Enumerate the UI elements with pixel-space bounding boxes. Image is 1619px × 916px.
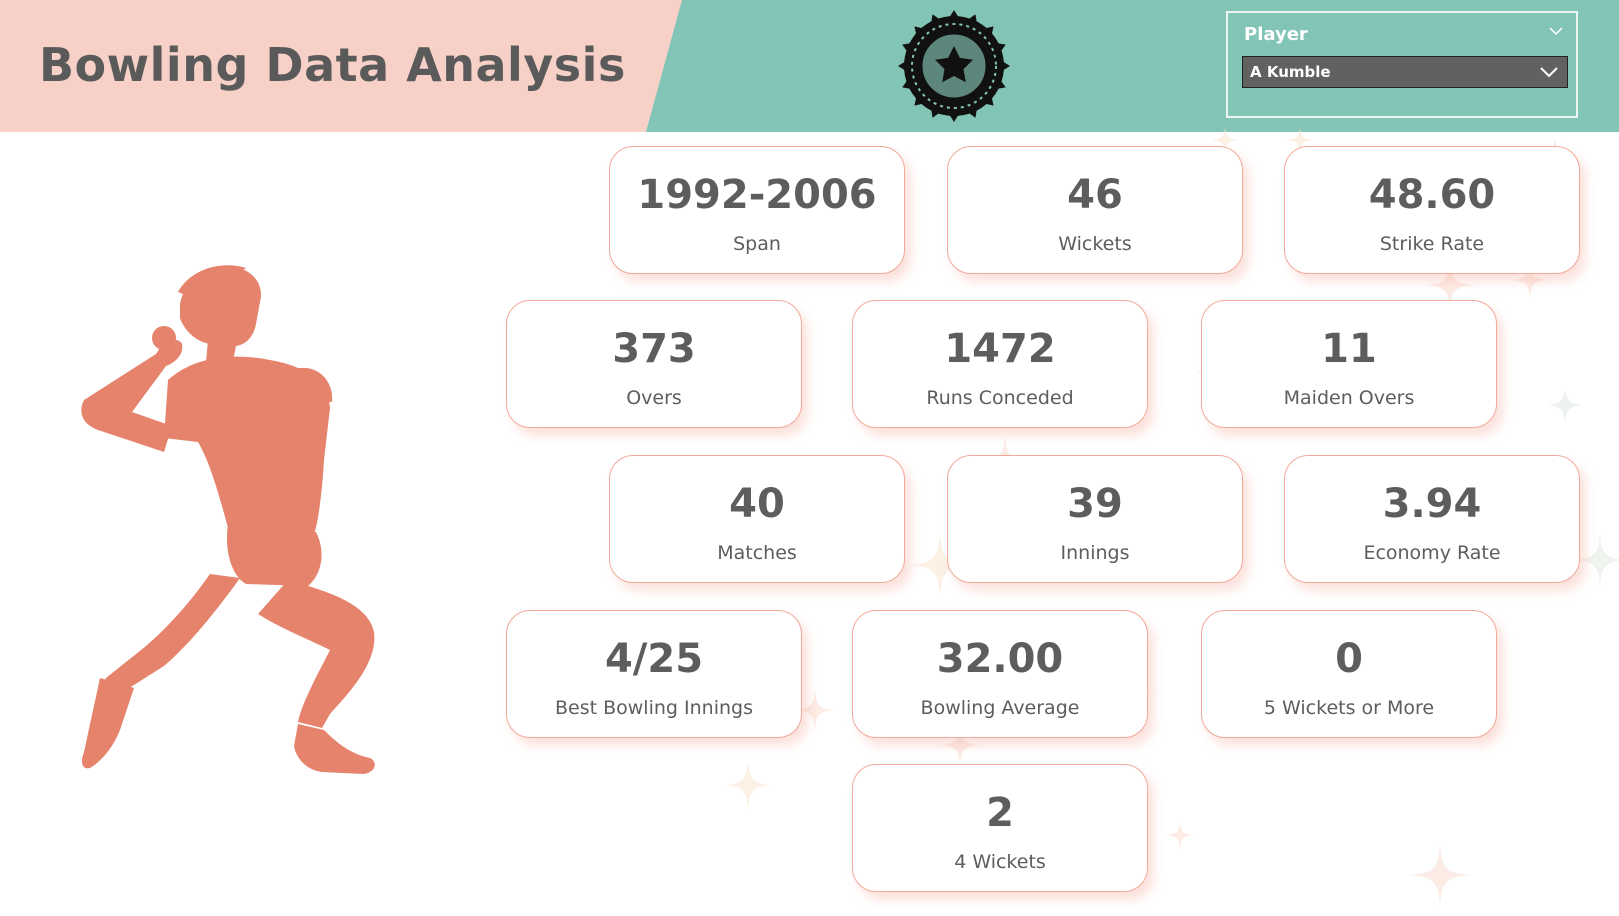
slicer-title: Player <box>1244 24 1308 45</box>
kpi-value: 46 <box>1067 172 1123 218</box>
chevron-down-icon[interactable] <box>1548 23 1564 39</box>
player-dropdown[interactable]: A Kumble <box>1242 56 1568 88</box>
kpi-value: 0 <box>1335 636 1363 682</box>
kpi-card-four-wickets: 2 4 Wickets <box>852 764 1148 892</box>
kpi-value: 39 <box>1067 481 1123 527</box>
kpi-card-overs: 373 Overs <box>506 300 802 428</box>
cricket-bowler-icon <box>81 265 375 774</box>
kpi-label: Best Bowling Innings <box>555 697 753 719</box>
kpi-label: Wickets <box>1058 233 1132 255</box>
kpi-card-strike-rate: 48.60 Strike Rate <box>1284 146 1580 274</box>
kpi-label: Economy Rate <box>1363 542 1501 564</box>
kpi-label: Matches <box>717 542 797 564</box>
kpi-value: 11 <box>1321 326 1377 372</box>
player-dropdown-value: A Kumble <box>1250 63 1331 81</box>
kpi-label: Overs <box>626 387 682 409</box>
kpi-card-matches: 40 Matches <box>609 455 905 583</box>
kpi-label: 4 Wickets <box>954 851 1046 873</box>
kpi-value: 40 <box>729 481 785 527</box>
star-badge-icon <box>898 10 1010 122</box>
kpi-value: 1472 <box>944 326 1056 372</box>
player-slicer: Player A Kumble <box>1226 11 1578 118</box>
kpi-value: 2 <box>986 790 1014 836</box>
kpi-label: Strike Rate <box>1379 233 1485 255</box>
page-title: Bowling Data Analysis <box>39 38 626 92</box>
kpi-card-bowling-average: 32.00 Bowling Average <box>852 610 1148 738</box>
kpi-card-innings: 39 Innings <box>947 455 1243 583</box>
kpi-card-maiden-overs: 11 Maiden Overs <box>1201 300 1497 428</box>
kpi-card-wickets: 46 Wickets <box>947 146 1243 274</box>
kpi-label: Maiden Overs <box>1283 387 1415 409</box>
kpi-label: Bowling Average <box>920 697 1080 719</box>
kpi-value: 48.60 <box>1368 172 1496 218</box>
kpi-card-economy-rate: 3.94 Economy Rate <box>1284 455 1580 583</box>
kpi-label: 5 Wickets or More <box>1263 697 1435 719</box>
kpi-value: 1992-2006 <box>637 172 877 218</box>
kpi-card-runs-conceded: 1472 Runs Conceded <box>852 300 1148 428</box>
kpi-value: 3.94 <box>1382 481 1482 527</box>
kpi-value: 4/25 <box>604 636 704 682</box>
kpi-value: 373 <box>612 326 696 372</box>
kpi-card-five-wickets: 0 5 Wickets or More <box>1201 610 1497 738</box>
kpi-value: 32.00 <box>936 636 1064 682</box>
kpi-label: Span <box>733 233 781 255</box>
kpi-card-best-bowling: 4/25 Best Bowling Innings <box>506 610 802 738</box>
chevron-down-icon <box>1540 67 1558 78</box>
kpi-label: Runs Conceded <box>926 387 1074 409</box>
kpi-label: Innings <box>1060 542 1130 564</box>
kpi-card-span: 1992-2006 Span <box>609 146 905 274</box>
